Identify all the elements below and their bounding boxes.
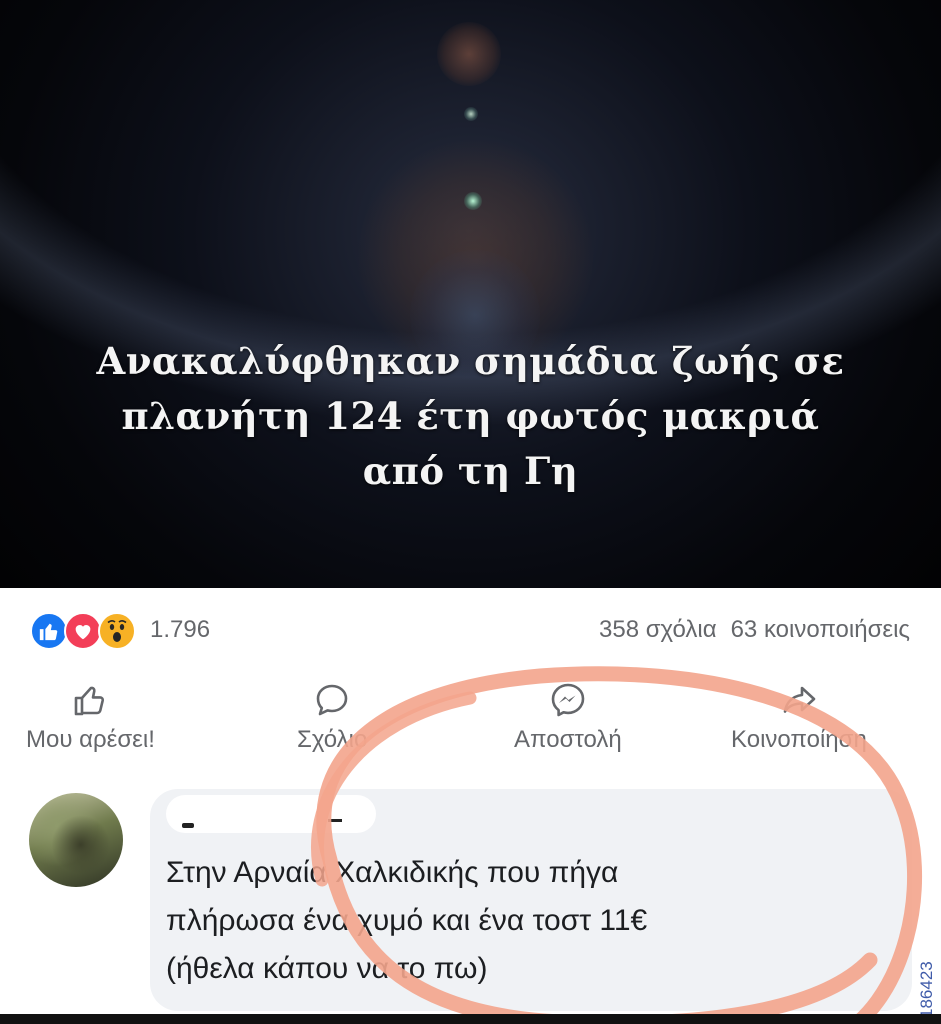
watermark-text: 186423 [917, 961, 936, 1018]
comment-line: Στην Αρναία Χαλκιδικής που πήγα [166, 856, 619, 889]
comment-line: (ήθελα κάπου να το πω) [166, 952, 488, 985]
redaction-residue [328, 819, 342, 822]
redaction-residue [182, 823, 194, 828]
shares-count[interactable]: 63 κοινοποιήσεις [731, 616, 910, 643]
lens-flare [437, 22, 501, 86]
caption-line: Ανακαλύφθηκαν σημάδια ζωής σε [96, 339, 845, 383]
caption-line: από τη Γη [362, 449, 579, 493]
send-button[interactable]: Αποστολή [514, 680, 622, 754]
watermark: 186423 [913, 930, 941, 1020]
wow-reaction-icon [98, 612, 136, 650]
engagement-counts: 358 σχόλια 63 κοινοποιήσεις [599, 616, 910, 644]
post-image[interactable]: Ανακαλύφθηκαν σημάδια ζωής σε πλανήτη 12… [0, 0, 941, 588]
share-button-label: Κοινοποίηση [731, 726, 867, 753]
lens-flare [464, 107, 478, 121]
like-reaction-icon [30, 612, 68, 650]
share-arrow-icon [783, 686, 816, 713]
share-button[interactable]: Κοινοποίηση [731, 680, 867, 754]
like-button-label: Μου αρέσει! [26, 726, 155, 753]
caption-line: πλανήτη 124 έτη φωτός μακριά [121, 394, 820, 438]
like-button[interactable]: Μου αρέσει! [26, 680, 155, 754]
reaction-count[interactable]: 1.796 [150, 616, 210, 644]
send-button-label: Αποστολή [514, 726, 622, 753]
thumbs-up-icon [75, 686, 105, 716]
comment-text: Στην Αρναία Χαλκιδικής που πήγα πλήρωσα … [166, 849, 892, 993]
messenger-icon [551, 683, 585, 717]
comment-button-label: Σχόλιο [297, 726, 368, 753]
comment-bubble-icon [316, 684, 348, 716]
comment-line: πλήρωσα ένα χυμό και ένα τοστ 11€ [166, 904, 648, 937]
commenter-avatar[interactable] [29, 793, 123, 887]
comment-button[interactable]: Σχόλιο [297, 680, 367, 754]
comment-item: Στην Αρναία Χαλκιδικής που πήγα πλήρωσα … [0, 780, 941, 1024]
commenter-name-redacted [166, 795, 376, 833]
love-reaction-icon [64, 612, 102, 650]
lens-flare [464, 192, 482, 210]
reactions-summary: 1.796 358 σχόλια 63 κοινοποιήσεις [0, 588, 941, 670]
comments-count[interactable]: 358 σχόλια [599, 616, 717, 643]
post-action-bar: Μου αρέσει! Σχόλιο Αποστολή Κοινοποίηση [0, 670, 941, 780]
bottom-edge [0, 1014, 941, 1024]
post-image-caption: Ανακαλύφθηκαν σημάδια ζωής σε πλανήτη 12… [0, 334, 941, 499]
comment-bubble[interactable]: Στην Αρναία Χαλκιδικής που πήγα πλήρωσα … [150, 789, 912, 1011]
